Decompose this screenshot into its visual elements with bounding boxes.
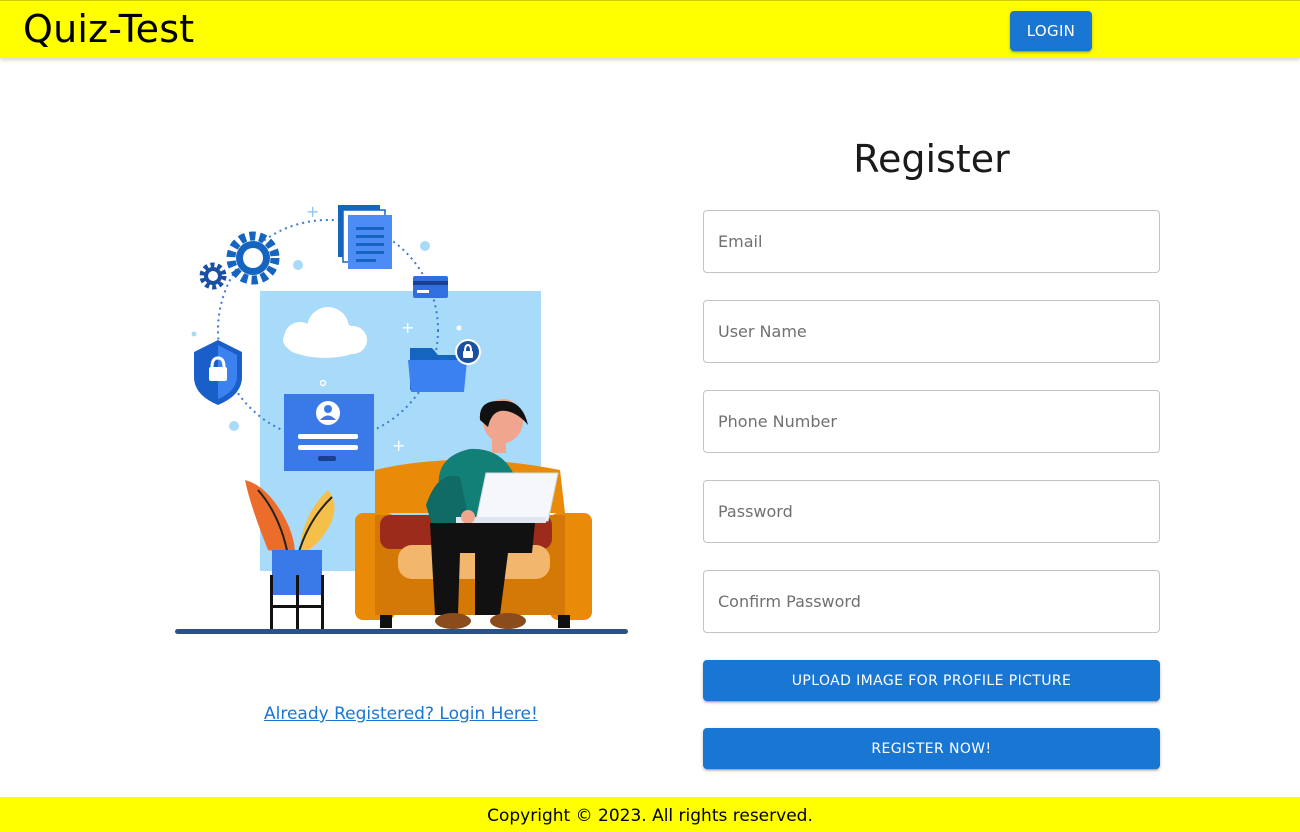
username-field [703, 300, 1160, 363]
illustration-graphic: + + + [175, 202, 628, 634]
password-input[interactable] [704, 481, 1159, 542]
email-field [703, 210, 1160, 273]
gear-icon [199, 231, 280, 290]
confirm-password-field [703, 570, 1160, 633]
svg-text:+: + [306, 202, 319, 221]
register-title: Register [853, 137, 1010, 181]
credit-card-icon [413, 276, 448, 298]
username-input[interactable] [704, 301, 1159, 362]
footer: Copyright © 2023. All rights reserved. [0, 797, 1300, 832]
shield-icon [194, 340, 242, 405]
register-page: Quiz-Test LOGIN + + + Already Registered… [0, 0, 1300, 832]
register-illustration: + + + [170, 195, 635, 640]
confirm-password-input[interactable] [704, 571, 1159, 632]
phone-field [703, 390, 1160, 453]
svg-text:+: + [392, 436, 405, 455]
already-registered-login-link[interactable]: Already Registered? Login Here! [264, 702, 538, 726]
email-input[interactable] [704, 211, 1159, 272]
brand-title: Quiz-Test [23, 7, 195, 51]
login-button[interactable]: LOGIN [1010, 11, 1092, 51]
svg-text:+: + [401, 318, 414, 337]
documents-icon [338, 205, 392, 269]
app-bar: Quiz-Test LOGIN [0, 0, 1300, 58]
password-field [703, 480, 1160, 543]
copyright-text: Copyright © 2023. All rights reserved. [487, 806, 813, 826]
login-card-icon [284, 394, 374, 471]
register-now-button[interactable]: REGISTER NOW! [703, 728, 1160, 769]
phone-input[interactable] [704, 391, 1159, 452]
upload-profile-picture-button[interactable]: UPLOAD IMAGE FOR PROFILE PICTURE [703, 660, 1160, 701]
